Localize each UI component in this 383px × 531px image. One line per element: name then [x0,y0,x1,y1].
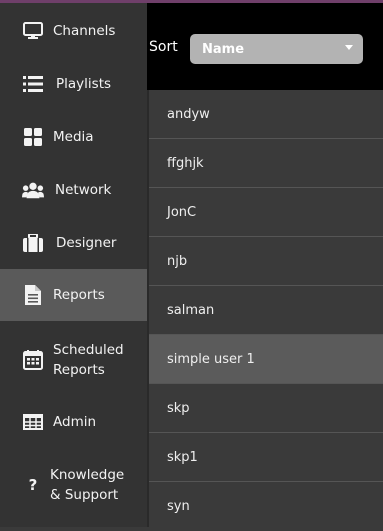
briefcase-icon [22,232,44,254]
sort-header: Sort Name [147,3,383,90]
list-item-selected[interactable]: simple user 1 [149,335,383,384]
list-item[interactable]: JonC [149,188,383,237]
list-item-label: JonC [167,204,197,220]
sort-label: Sort [149,39,178,55]
list-item[interactable]: andyw [149,90,383,139]
list-item-label: salman [167,302,215,318]
monitor-icon [22,20,44,42]
sidebar-item-label: Scheduled Reports [53,342,124,378]
list-item-label: skp [167,400,190,416]
sidebar-item-knowledge-support[interactable]: ? Knowledge & Support [0,463,147,507]
list-item-label: ffghjk [167,155,204,171]
table-icon [22,411,44,433]
sidebar-item-label: Media [53,129,94,145]
list-item[interactable]: syn [149,482,383,531]
list-item-label: syn [167,499,190,514]
sidebar-item-scheduled-reports[interactable]: Scheduled Reports [0,338,147,382]
sidebar-item-label: Knowledge & Support [50,467,125,503]
sidebar-item-label: Network [55,182,112,198]
sidebar-item-label: Designer [56,235,117,251]
list-item[interactable]: salman [149,286,383,335]
list-item[interactable]: njb [149,237,383,286]
question-icon: ? [28,476,38,494]
sidebar-item-media[interactable]: Media [0,120,147,154]
sidebar-item-designer[interactable]: Designer [0,226,147,260]
list-item-label: skp1 [167,449,198,465]
list-item-label: andyw [167,106,210,122]
user-list: andyw ffghjk JonC njb salman simple user… [149,90,383,527]
list-item[interactable]: skp [149,384,383,433]
sidebar-item-reports[interactable]: Reports [0,269,147,321]
sidebar-item-channels[interactable]: Channels [0,14,147,48]
list-item-label: njb [167,253,188,269]
sidebar-item-label: Playlists [56,76,112,92]
sidebar: Channels Playlists Media Network Designe… [0,3,147,527]
list-item[interactable]: ffghjk [149,139,383,188]
users-icon [22,179,44,201]
document-icon [22,284,44,306]
sidebar-item-label: Channels [53,23,116,39]
sidebar-item-network[interactable]: Network [0,173,147,207]
sort-dropdown[interactable]: Name [190,34,363,64]
list-icon [22,73,44,95]
list-item-label: simple user 1 [167,351,255,367]
sidebar-item-label: Reports [53,287,105,303]
sidebar-item-playlists[interactable]: Playlists [0,67,147,101]
chevron-down-icon [345,45,353,50]
calendar-icon [22,349,44,371]
list-item[interactable]: skp1 [149,433,383,482]
grid-icon [22,126,44,148]
sort-selected-value: Name [202,41,245,57]
sidebar-item-admin[interactable]: Admin [0,405,147,439]
sidebar-item-label: Admin [53,414,97,430]
